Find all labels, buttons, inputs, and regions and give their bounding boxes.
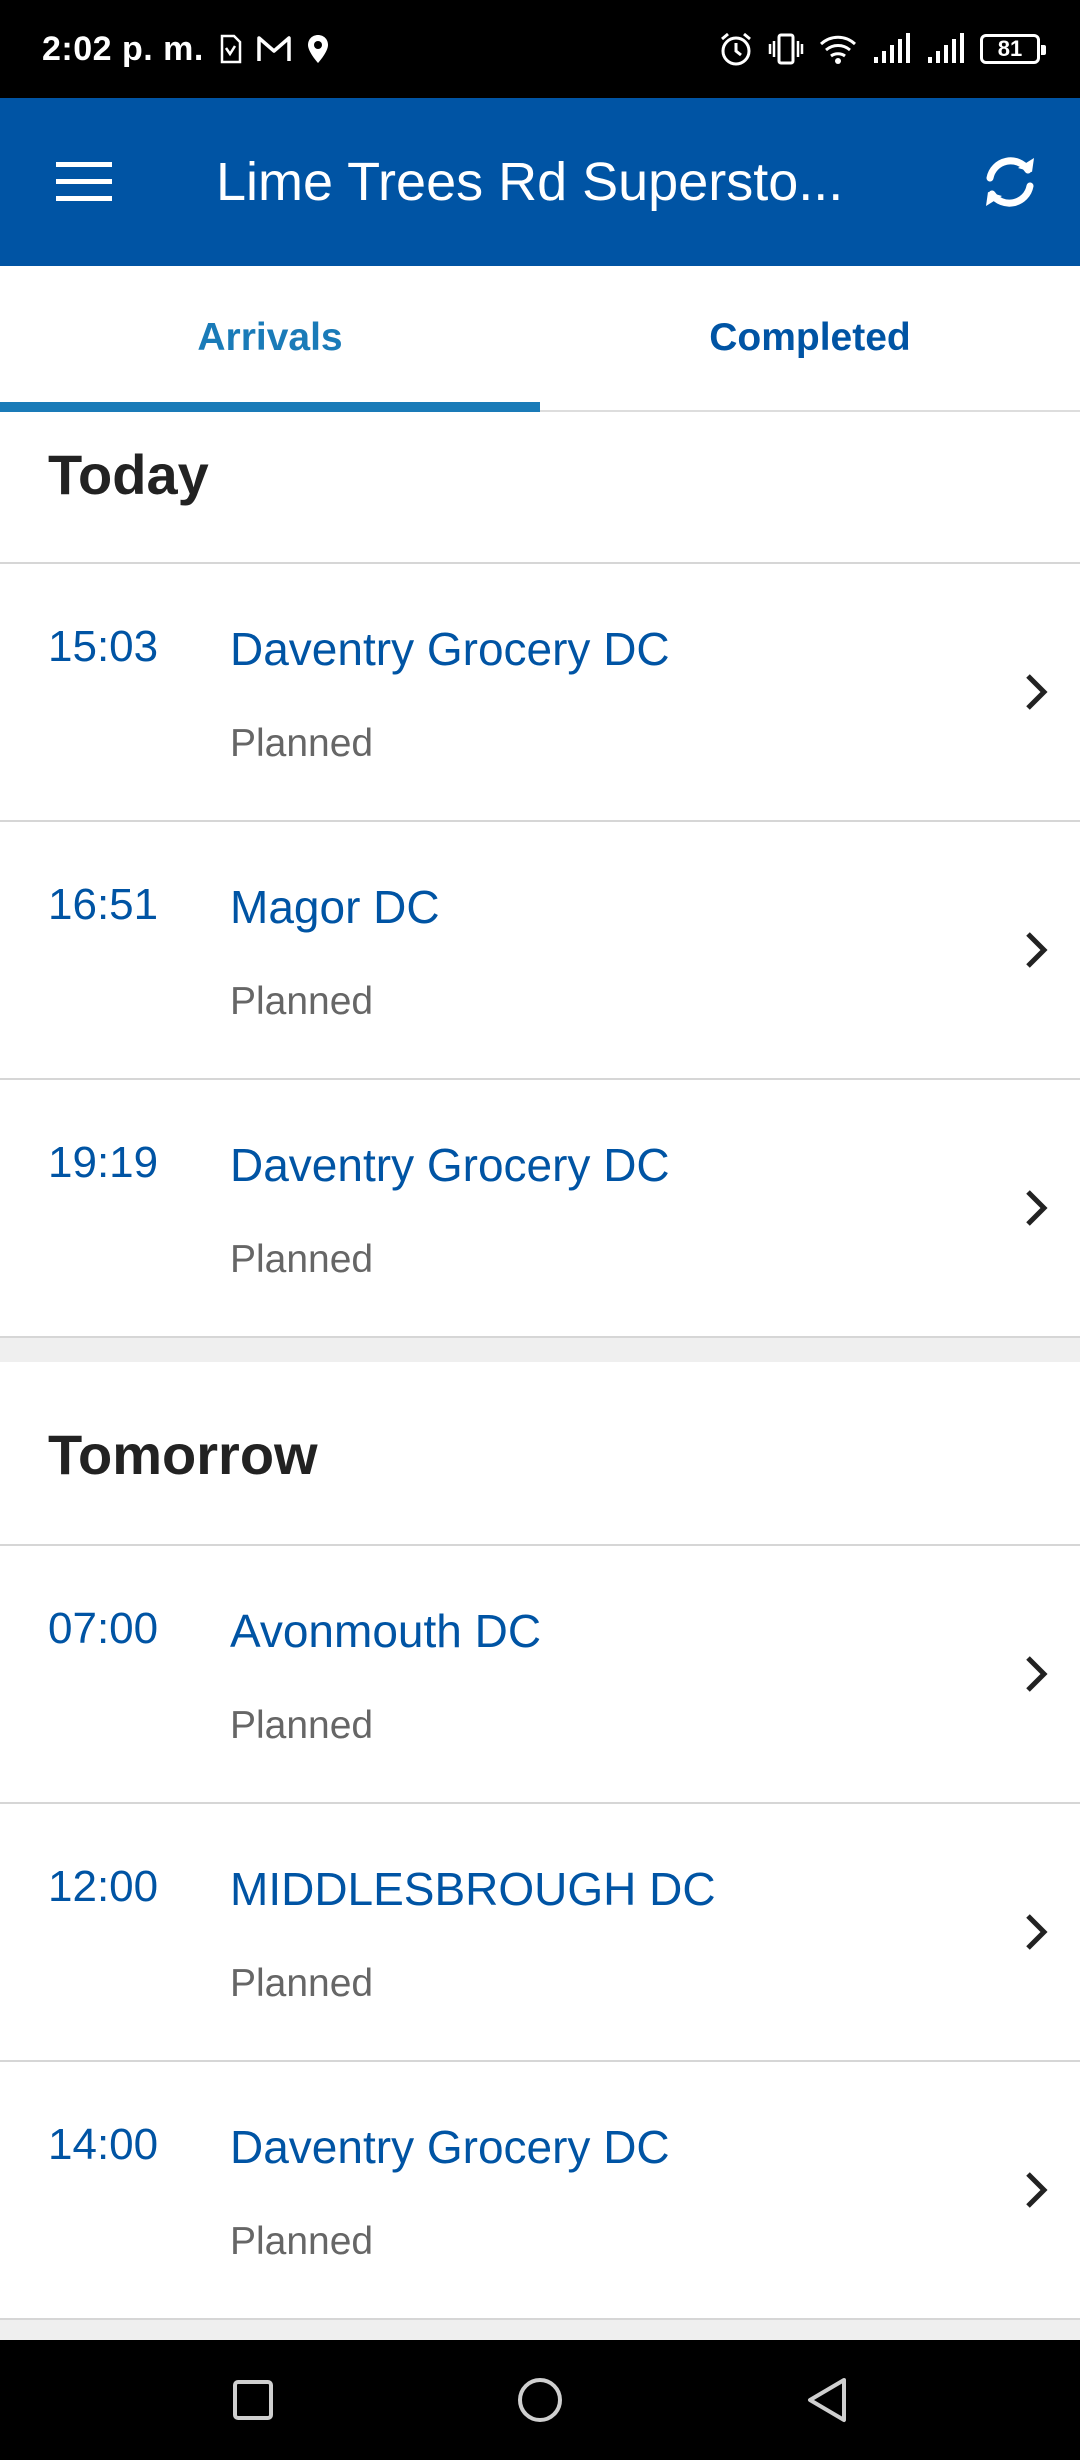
chevron-right-icon bbox=[1014, 664, 1058, 720]
tab-arrivals[interactable]: Arrivals bbox=[0, 266, 540, 412]
list-item[interactable]: 19:19 Daventry Grocery DC Planned bbox=[0, 1080, 1080, 1338]
wifi-icon bbox=[818, 33, 858, 65]
status-time: 2:02 p. m. bbox=[42, 29, 204, 68]
page-title: Lime Trees Rd Supersto... bbox=[216, 152, 844, 212]
section-title: Today bbox=[48, 443, 209, 506]
location-pin-icon bbox=[306, 33, 330, 65]
depot-name: Avonmouth DC bbox=[230, 1605, 542, 1657]
battery-icon: 81 bbox=[980, 34, 1046, 64]
arrival-status: Planned bbox=[230, 2220, 374, 2263]
system-nav-bar bbox=[0, 2340, 1080, 2460]
arrival-time: 19:19 bbox=[48, 1138, 159, 1187]
recents-button[interactable] bbox=[208, 2355, 298, 2445]
signal-icon bbox=[872, 33, 912, 65]
status-right: 81 bbox=[718, 31, 1046, 67]
list-item[interactable]: 12:00 MIDDLESBROUGH DC Planned bbox=[0, 1804, 1080, 2062]
home-button[interactable] bbox=[495, 2355, 585, 2445]
depot-name: Daventry Grocery DC bbox=[230, 623, 670, 675]
tab-completed[interactable]: Completed bbox=[540, 266, 1080, 410]
arrival-status: Planned bbox=[230, 980, 374, 1023]
arrival-status: Planned bbox=[230, 722, 374, 765]
chevron-right-icon bbox=[1014, 922, 1058, 978]
recents-square-icon bbox=[233, 2380, 274, 2420]
list-item[interactable]: 16:51 Magor DC Planned bbox=[0, 822, 1080, 1080]
arrival-status: Planned bbox=[230, 1704, 374, 1747]
arrival-status: Planned bbox=[230, 1962, 374, 2005]
hamburger-menu-icon bbox=[56, 162, 112, 201]
section-header-tomorrow: Tomorrow bbox=[0, 1362, 1080, 1546]
depot-name: Daventry Grocery DC bbox=[230, 2121, 670, 2173]
vibrate-icon bbox=[768, 32, 804, 66]
arrival-time: 12:00 bbox=[48, 1862, 159, 1911]
screen: 2:02 p. m. 81 Lime Trees Rd Supersto... … bbox=[0, 0, 1080, 2460]
depot-name: Daventry Grocery DC bbox=[230, 1139, 670, 1191]
section-divider bbox=[0, 1338, 1080, 1362]
signal-icon bbox=[926, 33, 966, 65]
arrival-time: 07:00 bbox=[48, 1604, 159, 1653]
battery-level: 81 bbox=[997, 36, 1023, 61]
sim-card-icon bbox=[218, 34, 242, 64]
section-header-today: Today bbox=[0, 412, 1080, 564]
chevron-right-icon bbox=[1014, 1180, 1058, 1236]
app-bar: Lime Trees Rd Supersto... bbox=[0, 98, 1080, 266]
depot-name: Magor DC bbox=[230, 881, 440, 933]
chevron-right-icon bbox=[1014, 1646, 1058, 1702]
section-title: Tomorrow bbox=[48, 1423, 318, 1486]
section-divider bbox=[0, 2320, 1080, 2340]
list-item[interactable]: 15:03 Daventry Grocery DC Planned bbox=[0, 564, 1080, 822]
status-left: 2:02 p. m. bbox=[42, 30, 330, 69]
alarm-icon bbox=[718, 31, 754, 67]
list-item[interactable]: 14:00 Daventry Grocery DC Planned bbox=[0, 2062, 1080, 2320]
status-bar: 2:02 p. m. 81 bbox=[0, 0, 1080, 98]
arrival-time: 14:00 bbox=[48, 2120, 159, 2169]
arrival-time: 16:51 bbox=[48, 880, 159, 929]
list-item[interactable]: 07:00 Avonmouth DC Planned bbox=[0, 1546, 1080, 1804]
gmail-icon bbox=[256, 35, 292, 63]
arrival-status: Planned bbox=[230, 1238, 374, 1281]
refresh-icon bbox=[986, 157, 1034, 207]
back-button[interactable] bbox=[782, 2355, 872, 2445]
arrival-time: 15:03 bbox=[48, 622, 159, 671]
back-triangle-icon bbox=[807, 2378, 846, 2422]
menu-button[interactable] bbox=[44, 142, 124, 222]
tab-bar: Arrivals Completed bbox=[0, 266, 1080, 412]
chevron-right-icon bbox=[1014, 2162, 1058, 2218]
refresh-button[interactable] bbox=[970, 142, 1050, 222]
depot-name: MIDDLESBROUGH DC bbox=[230, 1863, 716, 1915]
home-circle-icon bbox=[517, 2378, 562, 2422]
chevron-right-icon bbox=[1014, 1904, 1058, 1960]
